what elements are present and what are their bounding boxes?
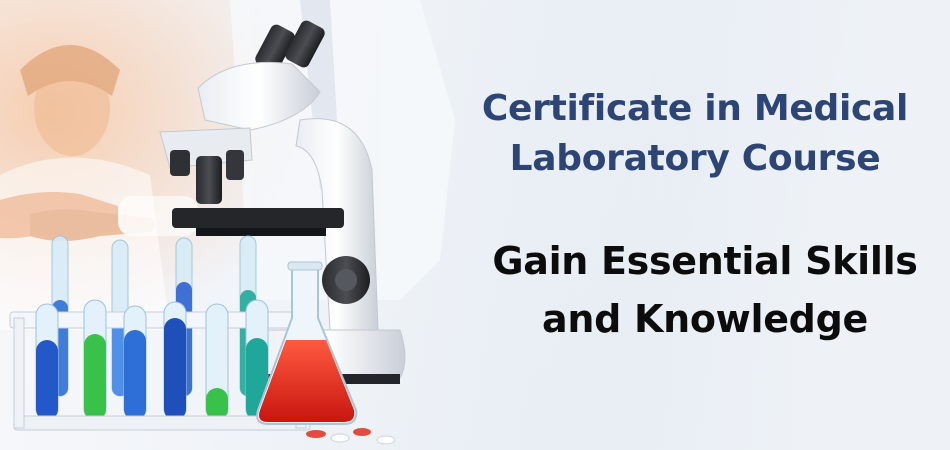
course-tagline-line: Gain Essential Skills xyxy=(492,239,918,283)
course-tagline-line: and Knowledge xyxy=(542,297,868,341)
course-title-line: Certificate in Medical xyxy=(481,88,909,129)
lab-illustration xyxy=(0,0,950,450)
course-banner: Certificate in Medical Laboratory Course… xyxy=(0,0,950,450)
course-tagline: Gain Essential Skills and Knowledge xyxy=(470,232,940,348)
course-title: Certificate in Medical Laboratory Course xyxy=(450,84,940,184)
course-title-line: Laboratory Course xyxy=(509,138,881,179)
background-fade xyxy=(0,0,950,450)
